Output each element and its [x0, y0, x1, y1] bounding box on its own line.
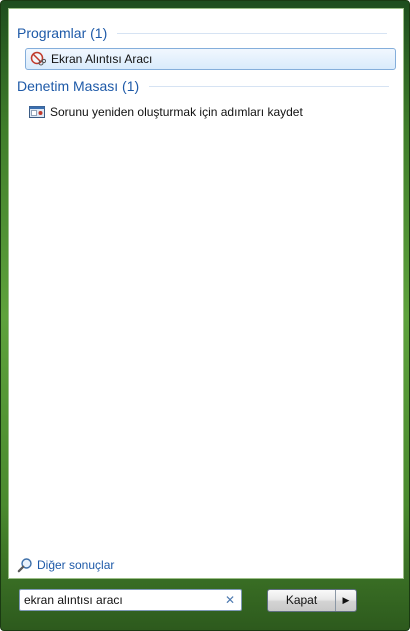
group-header-control-panel-label: Denetim Masası (1): [17, 78, 140, 94]
group-divider: [117, 32, 388, 34]
search-input[interactable]: [20, 590, 222, 610]
result-item-steps-recorder[interactable]: Sorunu yeniden oluşturmak için adımları …: [25, 101, 396, 123]
group-header-programs-label: Programlar (1): [17, 25, 108, 41]
group-header-control-panel: Denetim Masası (1): [17, 78, 390, 94]
triangle-right-icon[interactable]: ▶: [336, 590, 356, 611]
shutdown-split-button: Kapat ▶: [267, 589, 357, 612]
search-box: ✕: [19, 589, 242, 611]
more-results-link[interactable]: Diğer sonuçlar: [17, 557, 114, 573]
snipping-tool-icon: [30, 51, 47, 67]
result-item-label: Sorunu yeniden oluşturmak için adımları …: [50, 105, 303, 119]
more-results-label: Diğer sonuçlar: [37, 558, 115, 572]
close-icon[interactable]: ✕: [222, 593, 238, 607]
search-icon: [17, 557, 33, 573]
shutdown-button[interactable]: Kapat: [268, 590, 336, 611]
search-results-panel: Programlar (1) Ekran Alıntısı Aracı Dene…: [8, 8, 404, 579]
group-header-programs: Programlar (1): [17, 25, 388, 41]
result-item-snipping-tool[interactable]: Ekran Alıntısı Aracı: [25, 48, 396, 70]
result-item-label: Ekran Alıntısı Aracı: [51, 52, 153, 66]
start-menu-frame: Programlar (1) Ekran Alıntısı Aracı Dene…: [0, 0, 410, 631]
start-menu-bottom-bar: ✕ Kapat ▶: [2, 579, 410, 631]
group-divider: [149, 85, 390, 87]
steps-recorder-icon: [29, 104, 45, 120]
